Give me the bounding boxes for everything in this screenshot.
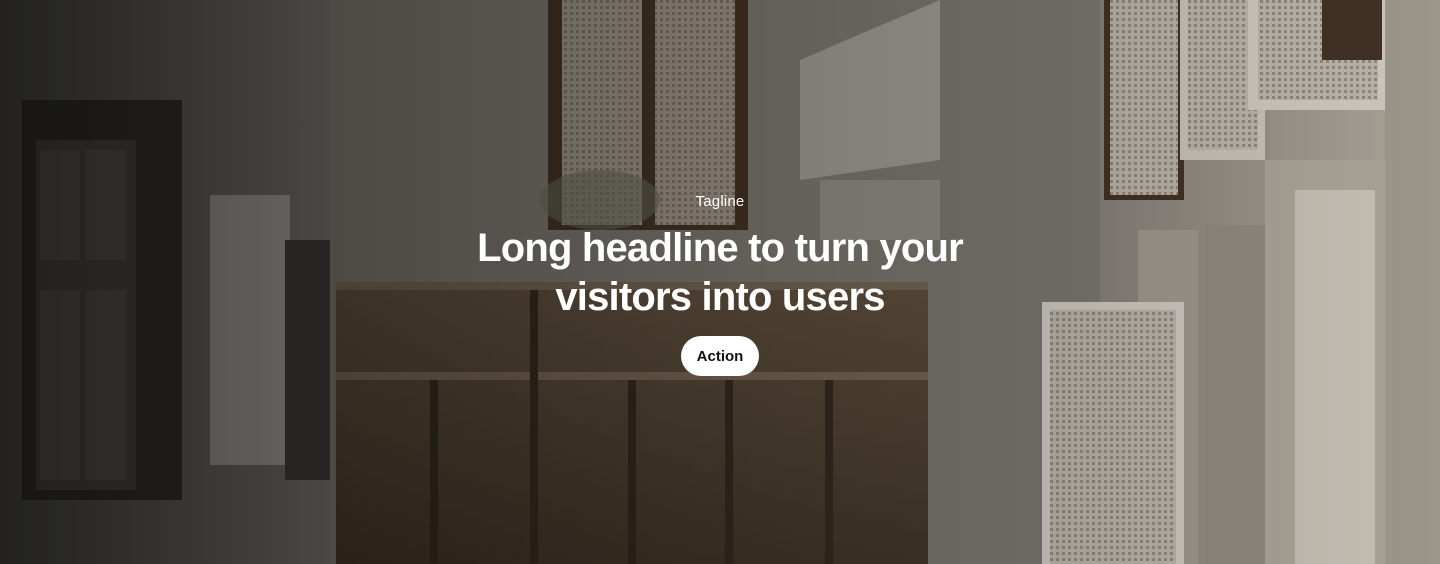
action-button[interactable]: Action — [680, 336, 760, 376]
hero-headline: Long headline to turn your visitors into… — [477, 226, 964, 319]
hero-content: Tagline Long headline to turn your visit… — [0, 192, 1440, 376]
hero-section: Tagline Long headline to turn your visit… — [0, 0, 1440, 564]
hero-tagline: Tagline — [695, 193, 745, 210]
